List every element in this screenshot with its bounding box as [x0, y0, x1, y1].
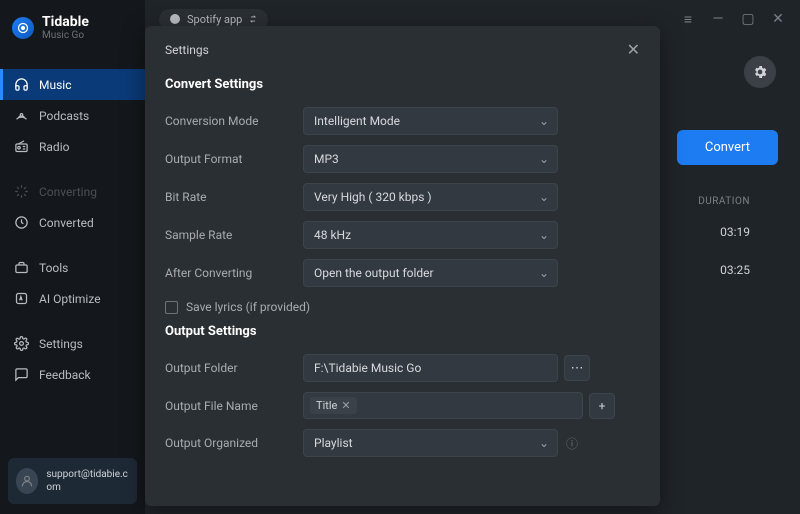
- select-conversion-mode[interactable]: Intelligent Mode⌄: [303, 107, 558, 135]
- chevron-down-icon: ⌄: [539, 114, 549, 128]
- sidebar-item-music[interactable]: Music: [0, 69, 145, 100]
- settings-gear-button[interactable]: [744, 56, 776, 88]
- window-controls: ≡ — ▢ ✕: [680, 11, 786, 28]
- spotify-chip-label: Spotify app: [187, 13, 242, 26]
- sidebar-item-feedback[interactable]: Feedback: [0, 359, 145, 390]
- user-card[interactable]: support@tidabie.com: [8, 458, 137, 504]
- swap-icon: [248, 14, 258, 24]
- label-output-organized: Output Organized: [165, 436, 303, 450]
- sidebar-item-label: Music: [39, 78, 71, 92]
- select-sample-rate[interactable]: 48 kHz⌄: [303, 221, 558, 249]
- sidebar-item-label: Converted: [39, 216, 94, 230]
- gear-icon: [14, 336, 29, 351]
- browse-folder-button[interactable]: ⋯: [564, 355, 590, 381]
- sidebar-item-label: Tools: [39, 261, 68, 275]
- sidebar-item-ai-optimize[interactable]: AI Optimize: [0, 283, 145, 314]
- brand-logo: [12, 17, 34, 39]
- headphones-icon: [14, 77, 29, 92]
- maximize-button[interactable]: ▢: [740, 11, 756, 28]
- gear-icon: [752, 64, 768, 80]
- select-bit-rate[interactable]: Very High ( 320 kbps )⌄: [303, 183, 558, 211]
- clock-icon: [14, 215, 29, 230]
- radio-icon: [14, 139, 29, 154]
- section-convert-settings: Convert Settings: [165, 71, 640, 102]
- info-icon[interactable]: ⓘ: [566, 435, 578, 452]
- filename-tag-title[interactable]: Title✕: [310, 397, 357, 414]
- chevron-down-icon: ⌄: [539, 436, 549, 450]
- sidebar-item-radio[interactable]: Radio: [0, 131, 145, 162]
- chevron-down-icon: ⌄: [539, 152, 549, 166]
- label-output-filename: Output File Name: [165, 399, 303, 413]
- column-header-duration: DURATION: [698, 196, 750, 207]
- menu-icon[interactable]: ≡: [680, 11, 696, 28]
- spotify-icon: [169, 13, 181, 25]
- select-output-organized[interactable]: Playlist⌄: [303, 429, 558, 457]
- close-icon[interactable]: ✕: [627, 40, 640, 59]
- select-after-converting[interactable]: Open the output folder⌄: [303, 259, 558, 287]
- avatar: [16, 468, 38, 494]
- remove-tag-icon[interactable]: ✕: [341, 399, 350, 412]
- checkbox-save-lyrics[interactable]: [165, 301, 178, 314]
- label-output-format: Output Format: [165, 152, 303, 166]
- sidebar-item-converting[interactable]: Converting: [0, 176, 145, 207]
- sidebar-item-label: AI Optimize: [39, 292, 101, 306]
- section-output-settings: Output Settings: [165, 318, 640, 349]
- duration-cell: 03:25: [720, 263, 750, 277]
- sidebar-item-label: Converting: [39, 185, 97, 199]
- duration-cell: 03:19: [720, 225, 750, 239]
- settings-modal: Settings ✕ Convert Settings Conversion M…: [145, 26, 660, 506]
- chevron-down-icon: ⌄: [539, 228, 549, 242]
- sidebar-item-label: Radio: [39, 140, 69, 154]
- sidebar-item-tools[interactable]: Tools: [0, 252, 145, 283]
- sidebar: Tidable Music Go Music Podcasts Radio Co…: [0, 0, 145, 514]
- add-tag-button[interactable]: +: [589, 393, 615, 419]
- sidebar-item-label: Podcasts: [39, 109, 89, 123]
- chevron-down-icon: ⌄: [539, 266, 549, 280]
- brand-subtitle: Music Go: [42, 30, 89, 41]
- select-output-format[interactable]: MP3⌄: [303, 145, 558, 173]
- input-output-filename[interactable]: Title✕: [303, 392, 583, 419]
- sidebar-item-converted[interactable]: Converted: [0, 207, 145, 238]
- convert-button[interactable]: Convert: [677, 130, 778, 165]
- modal-title: Settings: [165, 43, 209, 57]
- ai-icon: [14, 291, 29, 306]
- podcast-icon: [14, 108, 29, 123]
- toolbox-icon: [14, 260, 29, 275]
- label-sample-rate: Sample Rate: [165, 228, 303, 242]
- spinner-icon: [14, 184, 29, 199]
- label-after-converting: After Converting: [165, 266, 303, 280]
- user-email: support@tidabie.com: [46, 468, 129, 494]
- sidebar-item-label: Settings: [39, 337, 83, 351]
- minimize-button[interactable]: —: [710, 11, 726, 28]
- sidebar-item-label: Feedback: [39, 368, 91, 382]
- label-conversion-mode: Conversion Mode: [165, 114, 303, 128]
- brand: Tidable Music Go: [0, 0, 145, 51]
- label-output-folder: Output Folder: [165, 361, 303, 375]
- sidebar-item-podcasts[interactable]: Podcasts: [0, 100, 145, 131]
- input-output-folder[interactable]: F:\Tidabie Music Go: [303, 354, 558, 382]
- brand-title: Tidable: [42, 14, 89, 30]
- chat-icon: [14, 367, 29, 382]
- chevron-down-icon: ⌄: [539, 190, 549, 204]
- label-save-lyrics: Save lyrics (if provided): [186, 300, 310, 314]
- sidebar-item-settings[interactable]: Settings: [0, 328, 145, 359]
- label-bit-rate: Bit Rate: [165, 190, 303, 204]
- close-button[interactable]: ✕: [770, 11, 786, 28]
